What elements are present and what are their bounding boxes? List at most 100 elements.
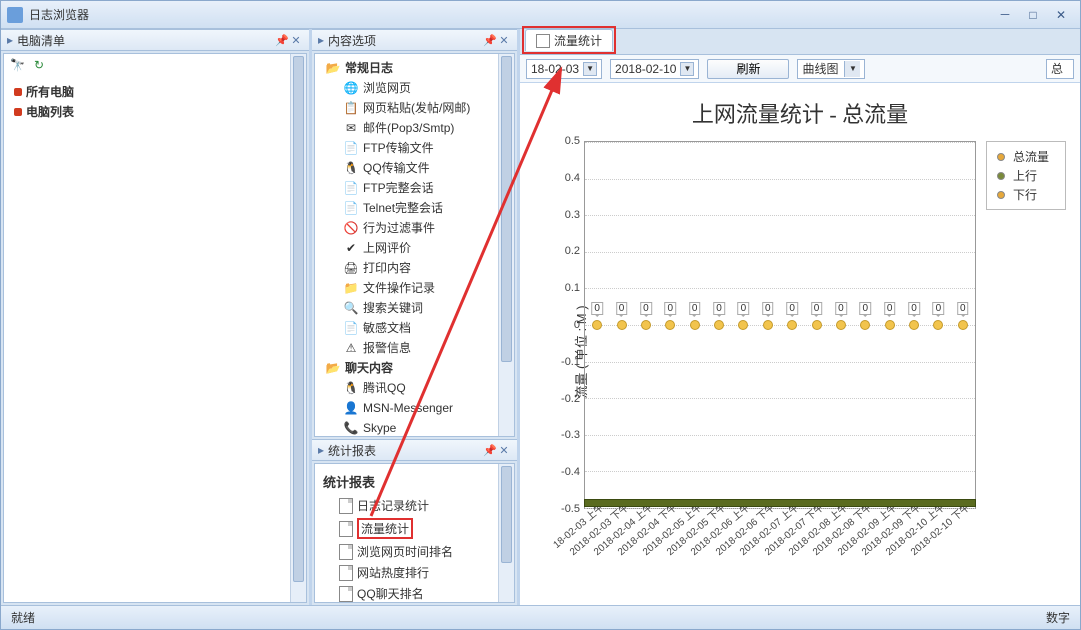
- app-icon: [7, 7, 23, 23]
- minimize-button[interactable]: －: [992, 7, 1018, 23]
- dropdown-icon[interactable]: ▼: [583, 62, 597, 76]
- tree-item[interactable]: 📄FTP完整会话: [321, 178, 508, 198]
- data-label: 0: [665, 302, 677, 315]
- gridline: [585, 179, 975, 180]
- tree-group[interactable]: 📂聊天内容: [321, 358, 508, 378]
- tree-item[interactable]: 🐧QQ传输文件: [321, 158, 508, 178]
- date-to-input[interactable]: 2018-02-10 ▼: [610, 59, 699, 79]
- scrollbar[interactable]: [498, 464, 514, 602]
- data-label: 0: [835, 302, 847, 315]
- tree-item[interactable]: 🌐浏览网页: [321, 78, 508, 98]
- tree-item[interactable]: 📄Telnet完整会话: [321, 198, 508, 218]
- tab-traffic-stats[interactable]: 流量统计: [525, 29, 613, 51]
- page-icon: [339, 586, 353, 602]
- legend-item: 上行: [993, 167, 1059, 184]
- scrollbar[interactable]: [498, 54, 514, 436]
- tree-item[interactable]: 📄FTP传输文件: [321, 138, 508, 158]
- chart-type-select[interactable]: 曲线图 ▼: [797, 59, 865, 79]
- page-icon: [339, 565, 353, 581]
- item-icon: 🖨: [343, 260, 359, 276]
- tree-item[interactable]: 👤MSN-Messenger: [321, 398, 508, 418]
- bullet-icon: [14, 88, 22, 96]
- y-tick: 0.2: [556, 245, 580, 257]
- dropdown-icon[interactable]: ▼: [680, 62, 694, 76]
- data-label: 0: [616, 302, 628, 315]
- y-tick: -0.3: [556, 429, 580, 441]
- point-dot-icon: [836, 320, 846, 330]
- binoculars-icon[interactable]: 🔭: [10, 58, 26, 74]
- right-pane: 流量统计 18-02-03 ▼ 2018-02-10 ▼ 刷新 曲线图 ▼: [517, 29, 1080, 605]
- stats-item[interactable]: 日志记录统计: [321, 495, 508, 516]
- pin-icon[interactable]: 📌: [483, 33, 497, 47]
- content-panel-header: ▸ 内容选项 📌 ✕: [312, 29, 517, 51]
- tree-item[interactable]: 🖨打印内容: [321, 258, 508, 278]
- point-dot-icon: [714, 320, 724, 330]
- computers-panel-body: 🔭 ↻ 所有电脑 电脑列表: [3, 53, 307, 603]
- tree-item[interactable]: 📞Skype: [321, 418, 508, 437]
- panel-close-icon[interactable]: ✕: [497, 443, 511, 457]
- tree-item[interactable]: 📋网页粘贴(发帖/网邮): [321, 98, 508, 118]
- content-panel-title: 内容选项: [328, 32, 376, 49]
- app-window: 日志浏览器 － □ ✕ ▸ 电脑清单 📌 ✕ 🔭 ↻: [0, 0, 1081, 630]
- tree-group[interactable]: 📂常规日志: [321, 58, 508, 78]
- tab-highlight: 流量统计: [522, 26, 616, 54]
- dropdown-icon[interactable]: ▼: [844, 61, 860, 77]
- legend-swatch-icon: [993, 170, 1009, 182]
- y-tick: 0.1: [556, 282, 580, 294]
- content-tree: 📂常规日志🌐浏览网页📋网页粘贴(发帖/网邮)✉邮件(Pop3/Smtp)📄FTP…: [315, 54, 514, 437]
- tree-item[interactable]: 🚫行为过滤事件: [321, 218, 508, 238]
- maximize-button[interactable]: □: [1020, 7, 1046, 23]
- stats-item[interactable]: 浏览网页时间排名: [321, 541, 508, 562]
- tree-item[interactable]: 📁文件操作记录: [321, 278, 508, 298]
- expand-icon[interactable]: ▸: [7, 33, 13, 47]
- item-icon: 🐧: [343, 380, 359, 396]
- stats-panel-header: ▸ 统计报表 📌 ✕: [312, 439, 517, 461]
- refresh-icon[interactable]: ↻: [34, 58, 50, 74]
- filter-select[interactable]: 总: [1046, 59, 1074, 79]
- scrollbar[interactable]: [290, 54, 306, 602]
- computers-tree: 所有电脑 电脑列表: [4, 78, 306, 126]
- tree-item[interactable]: ⚠报警信息: [321, 338, 508, 358]
- close-button[interactable]: ✕: [1048, 7, 1074, 23]
- status-left: 就绪: [11, 609, 35, 626]
- pin-icon[interactable]: 📌: [275, 33, 289, 47]
- tree-item-all-computers[interactable]: 所有电脑: [10, 82, 300, 102]
- point-dot-icon: [763, 320, 773, 330]
- stats-item[interactable]: QQ聊天排名: [321, 583, 508, 603]
- page-icon: [339, 498, 353, 514]
- x-axis-bar: [584, 499, 976, 507]
- folder-icon: 📂: [325, 60, 341, 76]
- pin-icon[interactable]: 📌: [483, 443, 497, 457]
- refresh-button[interactable]: 刷新: [707, 59, 789, 79]
- tree-item[interactable]: ✉邮件(Pop3/Smtp): [321, 118, 508, 138]
- y-tick: 0.5: [556, 135, 580, 147]
- item-icon: 🔍: [343, 300, 359, 316]
- item-icon: 🐧: [343, 160, 359, 176]
- expand-icon[interactable]: ▸: [318, 443, 324, 457]
- panel-close-icon[interactable]: ✕: [289, 33, 303, 47]
- tab-label: 流量统计: [554, 32, 602, 49]
- computers-toolbar: 🔭 ↻: [4, 54, 306, 78]
- data-label: 0: [591, 302, 603, 315]
- page-icon: [339, 544, 353, 560]
- computers-panel-title: 电脑清单: [17, 32, 65, 49]
- tree-item-computer-list[interactable]: 电脑列表: [10, 102, 300, 122]
- stats-item[interactable]: 网站热度排行: [321, 562, 508, 583]
- panel-close-icon[interactable]: ✕: [497, 33, 511, 47]
- controls-row: 18-02-03 ▼ 2018-02-10 ▼ 刷新 曲线图 ▼ 总: [520, 55, 1080, 83]
- point-dot-icon: [690, 320, 700, 330]
- center-pane: ▸ 内容选项 📌 ✕ 📂常规日志🌐浏览网页📋网页粘贴(发帖/网邮)✉邮件(Pop…: [309, 29, 517, 605]
- point-dot-icon: [738, 320, 748, 330]
- gridline: [585, 398, 975, 399]
- tree-item[interactable]: ✔上网评价: [321, 238, 508, 258]
- tab-area: 流量统计: [520, 29, 1080, 55]
- tab-icon: [536, 34, 550, 48]
- gridline: [585, 435, 975, 436]
- tree-item[interactable]: 📄敏感文档: [321, 318, 508, 338]
- tree-item[interactable]: 🔍搜索关键词: [321, 298, 508, 318]
- gridline: [585, 142, 975, 143]
- date-from-input[interactable]: 18-02-03 ▼: [526, 59, 602, 79]
- stats-item[interactable]: 流量统计: [321, 516, 508, 541]
- tree-item[interactable]: 🐧腾讯QQ: [321, 378, 508, 398]
- expand-icon[interactable]: ▸: [318, 33, 324, 47]
